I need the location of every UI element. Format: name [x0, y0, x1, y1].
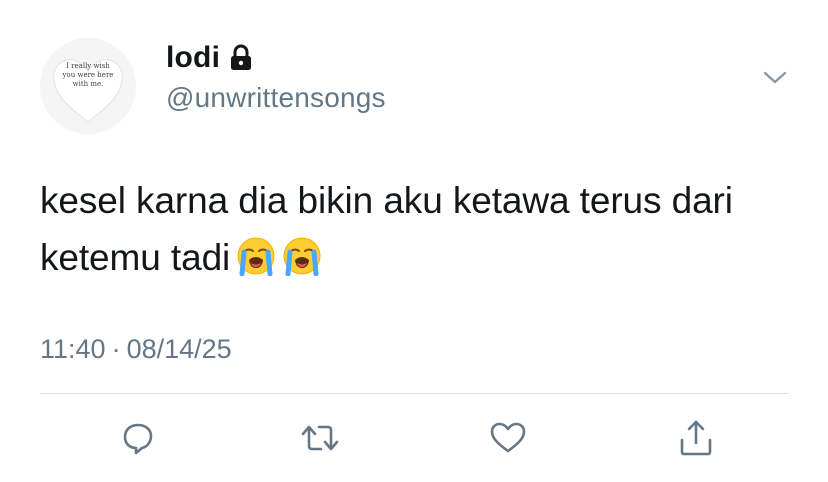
share-button[interactable] — [676, 418, 716, 458]
avatar[interactable]: I really wish you were here with me. — [40, 38, 136, 134]
avatar-caption: I really wish you were here with me. — [62, 62, 114, 88]
retweet-icon — [301, 425, 339, 451]
loudly-crying-face-icon — [236, 235, 276, 277]
user-name-row: lodi — [166, 40, 254, 76]
chevron-down-icon[interactable] — [762, 68, 788, 88]
share-icon — [680, 420, 712, 456]
like-button[interactable] — [488, 418, 528, 458]
tweet-timestamp[interactable]: 11:40 · 08/14/25 — [40, 334, 232, 365]
retweet-button[interactable] — [300, 418, 340, 458]
tweet-time: 11:40 — [40, 334, 106, 364]
timestamp-separator: · — [111, 334, 121, 364]
display-name[interactable]: lodi — [166, 41, 220, 75]
divider — [40, 393, 788, 394]
tweet-text: kesel karna dia bikin aku ketawa terus d… — [40, 180, 733, 278]
tweet-body: kesel karna dia bikin aku ketawa terus d… — [40, 172, 800, 286]
reply-icon — [123, 423, 153, 455]
lock-icon — [228, 44, 254, 72]
user-handle[interactable]: @unwrittensongs — [166, 82, 386, 114]
reply-button[interactable] — [118, 418, 158, 458]
loudly-crying-face-icon — [282, 235, 322, 277]
heart-icon — [490, 422, 526, 453]
tweet-date: 08/14/25 — [126, 334, 232, 364]
